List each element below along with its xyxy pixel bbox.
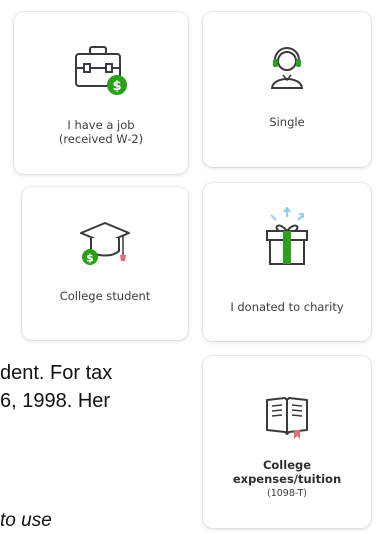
person-headset-icon [203, 46, 371, 92]
gift-box-icon [203, 207, 371, 269]
single-card-label: Single [269, 115, 305, 129]
job-card-label: I have a job (received W-2) [58, 118, 144, 146]
college-card-label: College expenses/tuition (1098-T) [232, 458, 342, 499]
open-book-icon [203, 392, 371, 440]
graduation-cap-dollar-icon: $ [22, 219, 188, 269]
svg-text:$: $ [112, 79, 121, 94]
charity-card[interactable]: I donated to charity [203, 183, 371, 341]
svg-text:$: $ [86, 252, 94, 265]
background-text-line: dent. For tax [0, 362, 113, 384]
student-card-label: College student [59, 289, 151, 303]
college-student-card[interactable]: $ College student [22, 187, 188, 340]
background-text-line: 6, 1998. Her [0, 390, 111, 412]
single-card[interactable]: Single [203, 12, 371, 167]
college-expenses-card[interactable]: College expenses/tuition (1098-T) [203, 356, 371, 528]
charity-card-label: I donated to charity [230, 300, 344, 314]
background-text-line: to use [0, 510, 52, 531]
briefcase-dollar-icon: $ [14, 42, 188, 100]
job-w2-card[interactable]: $ I have a job (received W-2) [14, 12, 188, 174]
